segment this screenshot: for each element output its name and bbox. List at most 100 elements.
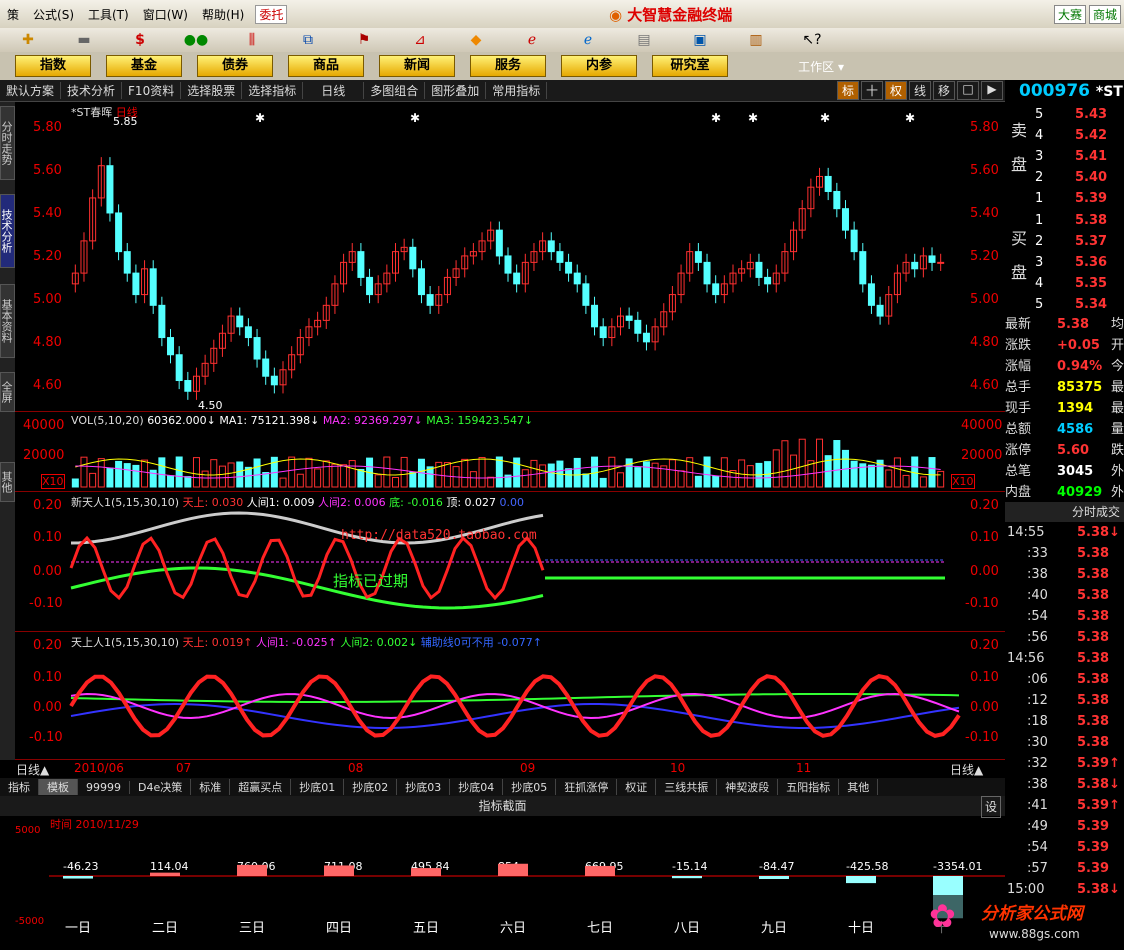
- indicator-tab[interactable]: 抄底04: [450, 779, 504, 795]
- books-icon[interactable]: ▥: [728, 32, 784, 48]
- menu-window[interactable]: 窗口(W): [136, 6, 195, 23]
- move-toggle[interactable]: 移: [933, 81, 955, 100]
- calculator-icon[interactable]: ▤: [616, 32, 672, 48]
- line-toggle[interactable]: 线: [909, 81, 931, 100]
- indicator1-pane[interactable]: 新天人1(5,15,30,10) 天上: 0.030 人间1: 0.009 人间…: [15, 492, 1005, 632]
- ma1-line: [75, 458, 941, 476]
- indicator-tab[interactable]: 三线共振: [656, 779, 718, 795]
- dollar-icon[interactable]: $: [112, 32, 168, 48]
- section-settings-button[interactable]: 设: [980, 796, 1001, 818]
- indicator-tab[interactable]: 狂抓涨停: [556, 779, 618, 795]
- price: 5.38: [1075, 213, 1108, 228]
- indicator-tab[interactable]: 抄底02: [344, 779, 398, 795]
- candle-body: [876, 304, 884, 317]
- alarm-icon[interactable]: ⚑: [336, 32, 392, 48]
- y-tick: 0.00: [33, 700, 62, 715]
- menu-help[interactable]: 帮助(H): [195, 6, 251, 23]
- default-scheme-button[interactable]: 默认方案: [0, 82, 62, 99]
- x-axis-left[interactable]: 日线▲: [16, 761, 49, 778]
- weituo-button[interactable]: 委托: [255, 4, 288, 24]
- chart-icon[interactable]: ⊿: [392, 32, 448, 48]
- nav-index-button[interactable]: 指数: [15, 55, 91, 77]
- binoculars-icon[interactable]: ⧉: [280, 32, 336, 48]
- tab-technical[interactable]: 技术分析: [0, 194, 15, 268]
- workspace-menu[interactable]: 工作区 ▾: [798, 58, 844, 75]
- cross-section-pane[interactable]: 时间 2010/11/29 5000 -5000 -46.23 一日 114.04 二…: [15, 816, 1005, 950]
- indicator-tab[interactable]: 99999: [78, 780, 130, 794]
- quote-row: 内盘 40929 外: [1005, 482, 1124, 503]
- chart-area[interactable]: *ST春晖 日线 ✱ ✱ ✱ ✱ ✱ ✱ 5.80 5.60 5.40 5.20 5.00…: [15, 102, 1005, 762]
- nav-insider-button[interactable]: 内参: [561, 55, 637, 77]
- crosshair-icon[interactable]: ✚: [0, 32, 56, 48]
- indicator-tab[interactable]: 指标: [0, 779, 39, 795]
- nav-research-button[interactable]: 研究室: [652, 55, 728, 77]
- common-indicator-button[interactable]: 常用指标: [486, 82, 548, 99]
- volume-bar: [928, 457, 936, 488]
- window-icon[interactable]: ▣: [672, 32, 728, 48]
- mark-toggle[interactable]: 标: [837, 81, 859, 100]
- next-icon[interactable]: ▶: [981, 81, 1003, 100]
- stripes-icon[interactable]: ⫼: [224, 32, 280, 48]
- nav-news-button[interactable]: 新闻: [379, 55, 455, 77]
- tick-row: :06 5.38: [1005, 669, 1124, 690]
- tech-analysis-button[interactable]: 技术分析: [61, 82, 123, 99]
- section-bar: [672, 876, 702, 879]
- traffic-light-icon[interactable]: ●●: [168, 32, 224, 48]
- period-dropdown[interactable]: 日线: [303, 82, 365, 99]
- level: 2: [1035, 234, 1044, 249]
- nav-service-button[interactable]: 服务: [470, 55, 546, 77]
- red-e-icon[interactable]: ℯ: [504, 32, 560, 48]
- tick-price: 5.38: [1077, 714, 1110, 729]
- indicator-tab[interactable]: 其他: [839, 779, 879, 795]
- help-cursor-icon[interactable]: ↖?: [784, 32, 840, 48]
- nav-bond-button[interactable]: 债券: [197, 55, 273, 77]
- mall-button[interactable]: 商城: [1088, 4, 1121, 24]
- indicator-tab[interactable]: 五阳指标: [778, 779, 840, 795]
- y-tick-right: 5.20: [970, 249, 999, 264]
- tab-fullscreen[interactable]: 全屏: [0, 372, 15, 412]
- diamond-icon[interactable]: ◆: [448, 32, 504, 48]
- x-axis-right[interactable]: 日线▲: [950, 761, 983, 778]
- volume-pane[interactable]: VOL(5,10,20) 60362.000↓ MA1: 75121.398↓ …: [15, 412, 1005, 492]
- indicator-tab[interactable]: 模板: [39, 779, 78, 795]
- select-indicator-button[interactable]: 选择指标: [242, 82, 304, 99]
- volume-bar: [141, 459, 149, 488]
- indicator-tab[interactable]: 标准: [191, 779, 231, 795]
- maximize-icon[interactable]: □: [957, 81, 979, 100]
- candle-body: [106, 165, 114, 214]
- menu-tools[interactable]: 工具(T): [81, 6, 136, 23]
- tab-intraday[interactable]: 分时走势: [0, 106, 15, 180]
- section-day: 二日: [152, 921, 178, 936]
- menu-formula[interactable]: 公式(S): [26, 6, 81, 23]
- stat-label: 总笔: [1005, 464, 1032, 479]
- indicator2-pane[interactable]: 天上人1(5,15,30,10) 天上: 0.019↑ 人间1: -0.025↑…: [15, 632, 1005, 760]
- cross-toggle[interactable]: 十: [861, 81, 883, 100]
- tab-fundamental[interactable]: 基本资料: [0, 284, 15, 358]
- overlay-button[interactable]: 图形叠加: [425, 82, 487, 99]
- contest-button[interactable]: 大赛: [1053, 4, 1086, 24]
- nav-commodity-button[interactable]: 商品: [288, 55, 364, 77]
- indicator-tab[interactable]: 抄底05: [503, 779, 557, 795]
- indicator-tab[interactable]: 神契波段: [717, 779, 779, 795]
- tab-other[interactable]: 其他: [0, 462, 15, 502]
- price-pane[interactable]: *ST春晖 日线 ✱ ✱ ✱ ✱ ✱ ✱ 5.80 5.60 5.40 5.20 5.00…: [15, 102, 1005, 412]
- volume-bar: [521, 469, 529, 488]
- indicator-tab[interactable]: D4e决策: [130, 779, 192, 795]
- f10-button[interactable]: F10资料: [122, 82, 182, 99]
- candle-body: [547, 240, 555, 253]
- indicator-tab[interactable]: 抄底01: [291, 779, 345, 795]
- rights-toggle[interactable]: 权: [885, 81, 907, 100]
- candle-body: [712, 283, 720, 296]
- indicator-tab[interactable]: 超赢买点: [230, 779, 292, 795]
- volume-bar: [244, 466, 252, 488]
- menu-item[interactable]: 策: [0, 6, 26, 23]
- indicator-tab[interactable]: 权证: [617, 779, 657, 795]
- select-stock-button[interactable]: 选择股票: [181, 82, 243, 99]
- multi-chart-button[interactable]: 多图组合: [364, 82, 426, 99]
- tick-price: 5.38: [1077, 693, 1110, 708]
- ruler-icon[interactable]: ▬: [56, 32, 112, 48]
- nav-fund-button[interactable]: 基金: [106, 55, 182, 77]
- volume-bar: [608, 456, 616, 488]
- blue-e-icon[interactable]: ℯ: [560, 32, 616, 48]
- indicator-tab[interactable]: 抄底03: [397, 779, 451, 795]
